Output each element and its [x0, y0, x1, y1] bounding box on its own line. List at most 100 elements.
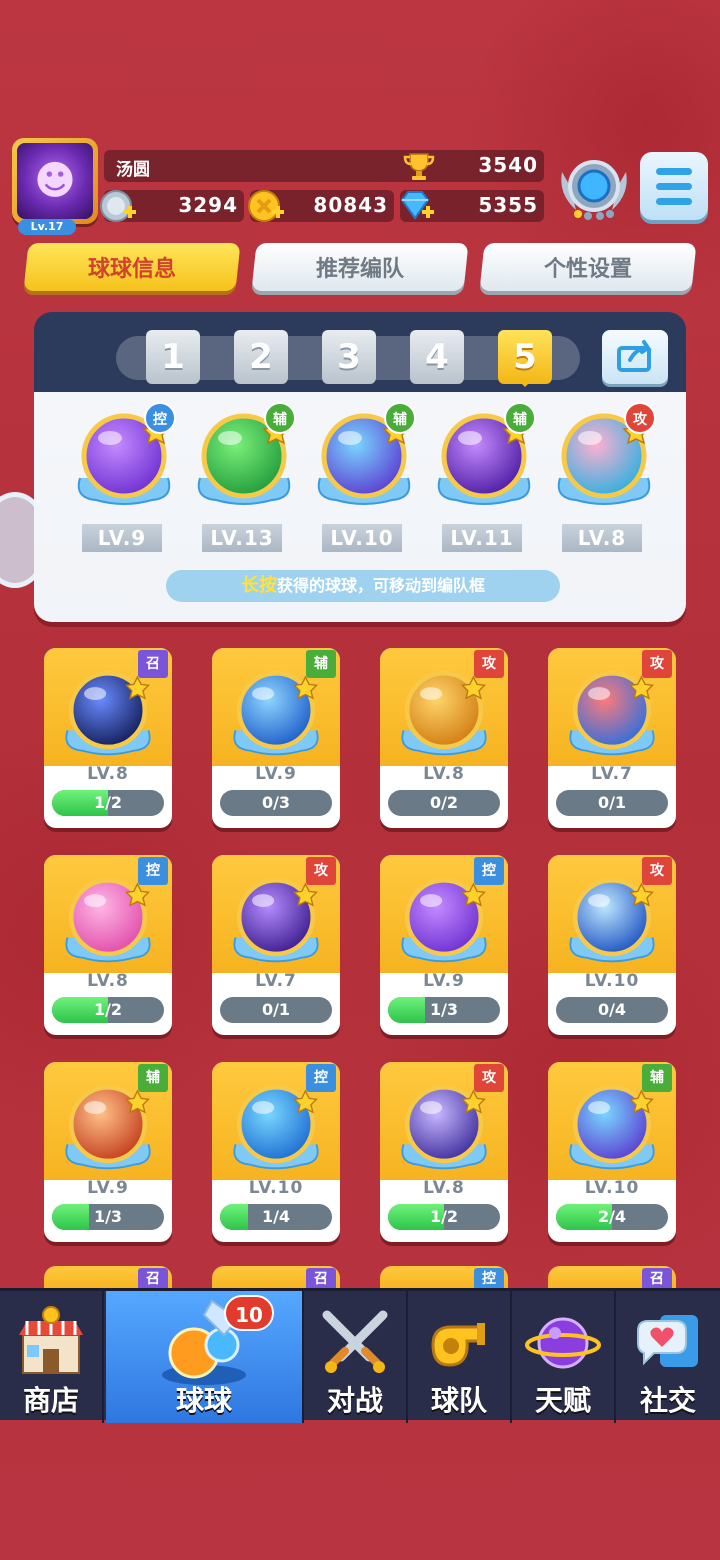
whistle-icon — [431, 1323, 485, 1367]
team-slot-5[interactable]: 5 — [498, 330, 552, 387]
bottom-nav: 商店 10 球球 对战 球队 天赋 社交 — [0, 1288, 720, 1423]
silver-count: 3294 — [178, 193, 238, 217]
card-role-tag: 攻 — [474, 650, 504, 678]
nav-balls-badge: 10 — [224, 1295, 274, 1331]
ball-card[interactable]: 攻 LV.8 1/2 — [380, 1062, 508, 1242]
card-progress-text: 0/1 — [597, 793, 627, 812]
menu-button[interactable] — [640, 152, 708, 220]
card-role-tag: 控 — [138, 857, 168, 885]
ball-card[interactable]: 攻 LV.8 0/2 — [380, 648, 508, 828]
tab-personal-settings-label: 个性设置 — [543, 257, 632, 282]
card-progress-bar: 0/2 — [388, 790, 500, 816]
avatar-image: ☻ — [17, 143, 93, 219]
card-role-tag: 控 — [474, 1268, 504, 1290]
ball-card[interactable]: 攻 LV.7 0/1 — [212, 855, 340, 1035]
pixel-ball-icon — [401, 1085, 487, 1170]
hint-highlight: 长按 — [240, 575, 277, 596]
nav-talent-label: 天赋 — [534, 1384, 591, 1417]
team-slot-1[interactable]: 1 — [146, 330, 200, 384]
nav-shop[interactable]: 商店 — [0, 1291, 104, 1423]
card-level: LV.10 — [584, 1178, 640, 1198]
card-progress-text: 1/2 — [429, 1207, 459, 1226]
void-ball-icon — [65, 671, 151, 756]
nav-talent[interactable]: 天赋 — [512, 1291, 616, 1423]
team-slot-2[interactable]: 2 — [234, 330, 288, 384]
wings-ball-icon — [65, 1085, 151, 1170]
nav-team[interactable]: 球队 — [408, 1291, 512, 1423]
ball-card[interactable]: 控 LV.8 1/2 — [44, 855, 172, 1035]
silver-bar: 3294 — [100, 190, 244, 222]
card-role-tag: 控 — [474, 857, 504, 885]
card-progress-bar: 0/1 — [556, 790, 668, 816]
ball-card[interactable]: 辅 LV.9 0/3 — [212, 648, 340, 828]
gold-coin-add-icon[interactable] — [246, 186, 286, 226]
rank-badge-icon[interactable] — [556, 150, 632, 226]
card-level: LV.10 — [248, 1178, 304, 1198]
tab-recommended-team[interactable]: 推荐编队 — [251, 243, 469, 291]
nav-balls-label: 球球 — [175, 1384, 232, 1417]
tab-personal-settings[interactable]: 个性设置 — [479, 243, 697, 291]
card-progress-bar: 0/4 — [556, 997, 668, 1023]
team-slot-4[interactable]: 4 — [410, 330, 464, 384]
player-name-bar: 汤圆 3540 — [104, 150, 544, 182]
diamond-add-icon[interactable] — [396, 186, 436, 226]
player-level-badge: Lv.17 — [18, 219, 76, 235]
ball-card-partial[interactable]: 召 — [548, 1266, 676, 1290]
card-ball — [566, 1080, 658, 1172]
team-ball-role-tag: 辅 — [384, 402, 416, 434]
chat-heart-icon — [637, 1315, 698, 1367]
nav-social-label: 社交 — [639, 1384, 696, 1417]
nav-battle-label: 对战 — [326, 1384, 383, 1417]
card-role-tag: 攻 — [642, 857, 672, 885]
player-avatar[interactable]: ☻ — [12, 138, 98, 224]
trophy-count: 3540 — [478, 153, 538, 177]
card-level: LV.9 — [255, 764, 297, 784]
ball-card[interactable]: 辅 LV.10 2/4 — [548, 1062, 676, 1242]
vortex-ball-icon — [569, 878, 655, 963]
card-role-tag: 召 — [138, 650, 168, 678]
team-ball-role-tag: 辅 — [504, 402, 536, 434]
knight-ball-icon — [401, 671, 487, 756]
ball-card[interactable]: 召 LV.8 1/2 — [44, 648, 172, 828]
gold-count: 80843 — [313, 193, 388, 217]
ice-crystal-ball-icon — [233, 671, 319, 756]
nav-battle[interactable]: 对战 — [304, 1291, 408, 1423]
silver-coin-add-icon[interactable] — [98, 186, 138, 226]
card-progress-text: 1/3 — [93, 1207, 123, 1226]
nav-social[interactable]: 社交 — [616, 1291, 720, 1423]
card-level: LV.9 — [423, 971, 465, 991]
trophy-icon — [403, 153, 435, 180]
ball-card[interactable]: 控 LV.10 1/4 — [212, 1062, 340, 1242]
card-progress-bar: 0/1 — [220, 997, 332, 1023]
team-ball-role-tag: 攻 — [624, 402, 656, 434]
card-progress-text: 1/4 — [261, 1207, 291, 1226]
card-role-tag: 攻 — [642, 650, 672, 678]
card-role-tag: 控 — [306, 1064, 336, 1092]
team-ball-level: LV.11 — [442, 524, 522, 552]
ball-card[interactable]: 控 LV.9 1/3 — [380, 855, 508, 1035]
card-progress-bar: 1/4 — [220, 1204, 332, 1230]
card-progress-bar: 2/4 — [556, 1204, 668, 1230]
card-ball — [230, 873, 322, 965]
ball-card-partial[interactable]: 召 — [44, 1266, 172, 1290]
ball-card-partial[interactable]: 控 — [380, 1266, 508, 1290]
card-progress-text: 2/4 — [597, 1207, 627, 1226]
tab-ball-info[interactable]: 球球信息 — [23, 243, 241, 291]
nav-balls[interactable]: 10 球球 — [106, 1291, 304, 1423]
shop-icon — [19, 1306, 83, 1374]
ball-card[interactable]: 辅 LV.9 1/3 — [44, 1062, 172, 1242]
share-button[interactable] — [602, 330, 668, 384]
team-slot-3[interactable]: 3 — [322, 330, 376, 384]
card-role-tag: 辅 — [642, 1064, 672, 1092]
butterfly-ball-icon — [401, 878, 487, 963]
card-progress-text: 0/2 — [429, 793, 459, 812]
card-role-tag: 召 — [306, 1268, 336, 1290]
ball-card[interactable]: 攻 LV.10 0/4 — [548, 855, 676, 1035]
ball-card[interactable]: 攻 LV.7 0/1 — [548, 648, 676, 828]
card-level: LV.8 — [87, 764, 129, 784]
gold-bar: 80843 — [248, 190, 394, 222]
card-level: LV.8 — [87, 971, 129, 991]
figures-ball-icon — [569, 1085, 655, 1170]
ball-card-partial[interactable]: 召 — [212, 1266, 340, 1290]
cloud-ball-icon — [233, 1085, 319, 1170]
